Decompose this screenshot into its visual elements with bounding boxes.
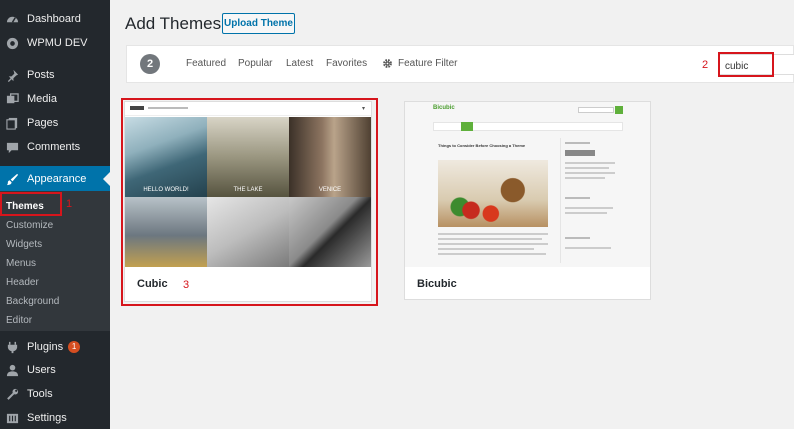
menu-label: Users (27, 364, 56, 376)
menu-label: Appearance (27, 173, 87, 185)
submenu-customize[interactable]: Customize (6, 220, 53, 231)
submenu-editor[interactable]: Editor (6, 315, 32, 326)
plugins-update-badge: 1 (68, 341, 81, 353)
menu-tools[interactable]: Tools (0, 382, 110, 406)
menu-pages[interactable]: Pages (0, 111, 110, 135)
filter-latest[interactable]: Latest (286, 58, 313, 69)
feature-filter-button[interactable]: Feature Filter (382, 58, 457, 69)
filter-favorites[interactable]: Favorites (326, 58, 367, 69)
dashboard-icon (5, 12, 19, 26)
theme-card-bicubic[interactable]: Bicubic Things to Consider Before Choosi… (404, 101, 651, 300)
menu-media[interactable]: Media (0, 87, 110, 111)
menu-label: WPMU DEV (27, 37, 88, 49)
gear-icon (382, 58, 393, 69)
filter-featured[interactable]: Featured (186, 58, 226, 69)
comment-icon (5, 140, 19, 154)
menu-settings[interactable]: Settings (0, 406, 110, 429)
annotation-number: 1 (66, 198, 73, 210)
theme-count-badge: 2 (140, 54, 160, 74)
menu-label: Tools (27, 388, 53, 400)
wrench-icon (5, 387, 19, 401)
highlight-cubic (121, 98, 378, 306)
menu-label: Settings (27, 412, 67, 424)
bicubic-preview-logo: Bicubic (433, 105, 455, 111)
theme-filter-bar (126, 45, 794, 83)
menu-comments[interactable]: Comments (0, 135, 110, 159)
submenu-widgets[interactable]: Widgets (6, 239, 42, 250)
users-icon (5, 363, 19, 377)
menu-appearance[interactable]: Appearance (0, 166, 110, 192)
brush-icon (5, 172, 19, 186)
filter-popular[interactable]: Popular (238, 58, 272, 69)
page-title: Add Themes (125, 14, 222, 33)
submenu-header[interactable]: Header (6, 277, 39, 288)
menu-label: Plugins (27, 341, 64, 353)
settings-icon (5, 411, 19, 425)
wpmu-dev-icon (5, 36, 19, 50)
menu-label: Pages (27, 117, 59, 129)
pages-icon (5, 116, 19, 130)
media-icon (5, 92, 19, 106)
submenu-menus[interactable]: Menus (6, 258, 36, 269)
pin-icon (5, 68, 19, 82)
menu-plugins[interactable]: Plugins 1 (0, 335, 110, 359)
bicubic-preview-image: Bicubic Things to Consider Before Choosi… (405, 102, 650, 267)
menu-wpmu-dev[interactable]: WPMU DEV (0, 31, 110, 55)
plugin-icon (5, 340, 19, 354)
menu-label: Posts (27, 69, 55, 81)
submenu-background[interactable]: Background (6, 296, 59, 307)
menu-label: Media (27, 93, 57, 105)
menu-dashboard[interactable]: Dashboard (0, 7, 110, 31)
theme-name-bicubic: Bicubic (417, 278, 457, 290)
menu-posts[interactable]: Posts (0, 63, 110, 87)
annotation-number: 2 (702, 59, 709, 71)
highlight-themes (0, 192, 62, 216)
menu-users[interactable]: Users (0, 358, 110, 382)
preview-vegetables-photo (438, 160, 548, 227)
feature-filter-label: Feature Filter (398, 58, 458, 69)
highlight-search (718, 52, 774, 77)
upload-theme-button[interactable]: Upload Theme (222, 13, 295, 34)
menu-label: Dashboard (27, 13, 81, 25)
menu-label: Comments (27, 141, 81, 153)
